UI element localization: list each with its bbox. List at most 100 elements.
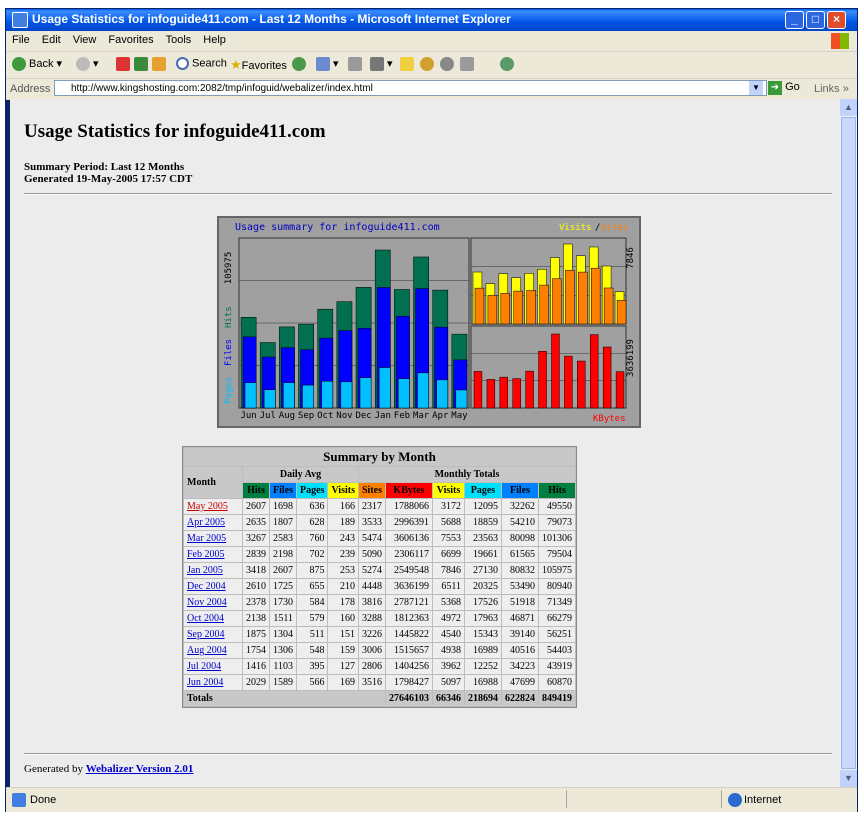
links-button[interactable]: Links » [814,83,849,95]
settings-button[interactable] [440,57,457,71]
month-link[interactable]: Jan 2005 [187,565,223,576]
close-button[interactable]: × [827,11,846,29]
month-link[interactable]: Feb 2005 [187,549,225,560]
title-bar[interactable]: Usage Statistics for infoguide411.com - … [6,9,857,31]
data-cell: 5274 [358,563,385,578]
column-header-sites: Sites [358,483,385,498]
month-link[interactable]: Apr 2005 [187,517,225,528]
data-cell: 23563 [464,531,501,546]
stop-icon [116,57,130,71]
table-row: Aug 2004 1754 1306 548 159 3006 1515657 4938 169… [184,643,575,658]
menu-tools[interactable]: Tools [160,31,198,46]
stop-button[interactable] [116,57,133,71]
data-cell: 4540 [432,627,464,642]
refresh-button[interactable] [134,57,151,71]
month-link[interactable]: Oct 2004 [187,613,224,624]
month-link[interactable]: Dec 2004 [187,581,226,592]
bar-pages [359,377,372,409]
data-cell: 579 [297,611,328,626]
bar-kbytes [525,370,534,409]
refresh-icon [134,57,148,71]
webalizer-link[interactable]: Webalizer Version 2.01 [86,763,194,775]
data-cell: 60870 [538,675,575,690]
extra-button[interactable] [500,57,517,71]
data-cell: 875 [297,563,328,578]
data-cell: 6699 [432,547,464,562]
data-cell: 628 [297,515,328,530]
data-cell: 3006 [358,643,385,658]
tick-label: Jan [375,411,391,421]
data-cell: 40516 [501,643,538,658]
scroll-up-icon[interactable]: ▲ [840,99,857,116]
forward-button[interactable]: ▾ [76,57,99,72]
data-cell: 3816 [358,595,385,610]
vertical-scrollbar[interactable]: ▲ ▼ [840,99,857,787]
column-header-pages: Pages [464,483,501,498]
data-cell: 160 [328,611,358,626]
data-cell: 2306117 [385,547,432,562]
menu-edit[interactable]: Edit [36,31,67,46]
folder-button[interactable] [400,57,417,71]
research-button[interactable] [460,57,477,71]
data-cell: 702 [297,547,328,562]
print-button[interactable] [348,57,365,71]
address-dropdown-icon[interactable]: ▼ [749,81,763,95]
back-arrow-icon [12,57,26,72]
data-cell: 636 [297,499,328,514]
mail-button[interactable]: ▾ [316,57,339,72]
go-button[interactable]: ➜ Go [768,81,800,95]
bar-sites [591,267,601,325]
home-button[interactable] [152,57,169,71]
data-cell: 2806 [358,659,385,674]
month-link[interactable]: Aug 2004 [187,645,227,656]
scroll-thumb[interactable] [841,117,856,769]
data-cell: 80832 [501,563,538,578]
month-header: Month [184,467,242,498]
month-cell: Apr 2005 [184,515,242,530]
edit-button[interactable]: ▾ [370,57,393,72]
status-text: Done [30,794,57,806]
messenger-button[interactable] [420,57,437,71]
table-row: Oct 2004 2138 1511 579 160 3288 1812363 4972 179… [184,611,575,626]
data-cell: 20325 [464,579,501,594]
history-button[interactable] [292,57,309,71]
totals-row: Totals 27646103 66346 218694 622824 849419 [184,691,575,706]
search-button[interactable]: Search [176,57,227,70]
print-icon [348,57,362,71]
data-cell: 1511 [270,611,296,626]
month-link[interactable]: Jul 2004 [187,661,221,672]
data-cell: 6511 [432,579,464,594]
group-header-row: Month Daily Avg Monthly Totals [184,467,575,498]
data-cell: 12252 [464,659,501,674]
bar-kbytes [602,346,612,409]
data-cell: 548 [297,643,328,658]
data-cell: 566 [297,675,328,690]
address-input[interactable]: http://www.kingshosting.com:2082/tmp/inf… [54,80,767,96]
menu-favorites[interactable]: Favorites [102,31,159,46]
back-button[interactable]: Back ▾ [12,57,62,72]
column-header-kbytes: KBytes [385,483,432,498]
month-link[interactable]: Sep 2004 [187,629,225,640]
month-link[interactable]: Nov 2004 [187,597,227,608]
month-cell: Jul 2004 [184,659,242,674]
menu-file[interactable]: File [6,31,36,46]
month-link[interactable]: Jun 2004 [187,677,223,688]
data-cell: 1445822 [385,627,432,642]
data-cell: 5368 [432,595,464,610]
ie-icon [12,12,28,28]
data-cell: 101306 [538,531,575,546]
scroll-down-icon[interactable]: ▼ [840,770,857,787]
data-cell: 56251 [538,627,575,642]
data-cell: 3636199 [385,579,432,594]
maximize-button[interactable]: □ [806,11,825,29]
menu-view[interactable]: View [67,31,103,46]
data-cell: 3516 [358,675,385,690]
bar-kbytes [615,371,625,409]
month-link[interactable]: May 2005 [187,501,228,512]
month-link[interactable]: Mar 2005 [187,533,226,544]
favorites-button[interactable]: ★Favorites [230,57,287,73]
bar-sites [526,290,536,325]
menu-help[interactable]: Help [197,31,232,46]
minimize-button[interactable]: _ [785,11,804,29]
messenger-icon [420,57,434,71]
